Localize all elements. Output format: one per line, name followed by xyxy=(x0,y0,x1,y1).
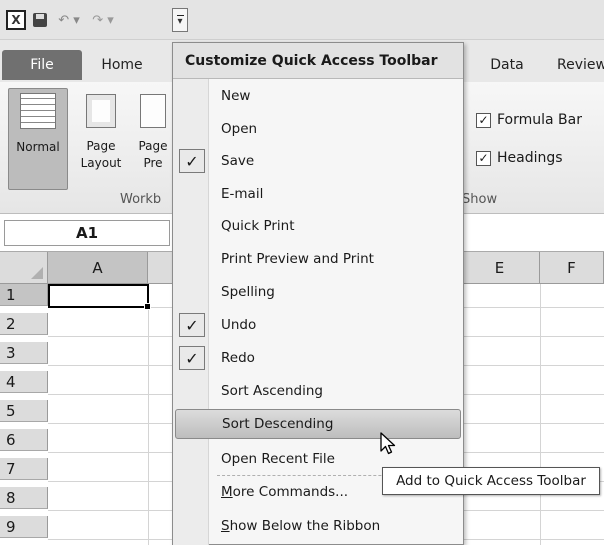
grid-line xyxy=(540,284,541,545)
menu-item-new[interactable]: New xyxy=(175,81,461,111)
undo-icon[interactable]: ↶ ▾ xyxy=(54,10,84,30)
label-rest: how Below the Ribbon xyxy=(229,518,381,534)
page-layout-label-1: Page xyxy=(86,139,116,153)
menu-item-sort-ascending[interactable]: Sort Ascending xyxy=(175,376,461,406)
tab-file[interactable]: File xyxy=(2,50,82,80)
row-header-6[interactable]: 6 xyxy=(0,429,48,451)
headings-checkbox-row[interactable]: ✓ Headings xyxy=(470,150,563,166)
row-header-2[interactable]: 2 xyxy=(0,313,48,335)
check-icon: ✓ xyxy=(179,346,205,370)
grid-line xyxy=(148,284,149,545)
quick-access-toolbar: X ↶ ▾ ↷ ▾ ▾ xyxy=(0,0,604,40)
check-icon: ✓ xyxy=(179,313,205,337)
redo-icon[interactable]: ↷ ▾ xyxy=(88,10,118,30)
menu-item-sort-descending[interactable]: Sort Descending xyxy=(175,409,461,439)
menu-item-quick-print[interactable]: Quick Print xyxy=(175,211,461,241)
access-key: S xyxy=(221,518,230,534)
menu-item-print-preview[interactable]: Print Preview and Print xyxy=(175,244,461,274)
row-header-7[interactable]: 7 xyxy=(0,458,48,480)
tab-review[interactable]: Review xyxy=(552,50,604,80)
page-break-preview-button[interactable]: Page Pre xyxy=(132,88,174,172)
column-header-f[interactable]: F xyxy=(540,252,604,284)
page-break-icon xyxy=(140,94,166,128)
menu-title: Customize Quick Access Toolbar xyxy=(173,43,463,79)
excel-app-icon[interactable]: X xyxy=(6,10,26,30)
menu-item-spelling[interactable]: Spelling xyxy=(175,277,461,307)
headings-label: Headings xyxy=(497,150,563,166)
formula-bar-checkbox[interactable]: ✓ xyxy=(476,112,491,128)
menu-item-label: More Commands... xyxy=(221,484,348,500)
select-all-corner[interactable] xyxy=(0,252,48,284)
menu-item-label: Print Preview and Print xyxy=(221,251,374,267)
row-header-8[interactable]: 8 xyxy=(0,487,48,509)
formula-bar-checkbox-row[interactable]: ✓ Formula Bar xyxy=(470,112,582,128)
page-layout-icon xyxy=(86,94,116,128)
chevron-down-icon: ▾ xyxy=(177,15,183,27)
menu-item-redo[interactable]: ✓ Redo xyxy=(175,343,461,373)
row-header-3[interactable]: 3 xyxy=(0,342,48,364)
menu-item-label: Undo xyxy=(221,317,257,333)
menu-item-email[interactable]: E-mail xyxy=(175,179,461,209)
menu-item-label: Open xyxy=(221,121,258,137)
column-header-e[interactable]: E xyxy=(460,252,540,284)
label-rest: ore Commands... xyxy=(232,484,349,500)
customize-qat-dropdown-button[interactable]: ▾ xyxy=(172,8,188,32)
row-header-1[interactable]: 1 xyxy=(0,284,48,306)
headings-checkbox[interactable]: ✓ xyxy=(476,150,491,166)
normal-view-icon xyxy=(20,93,56,129)
row-header-4[interactable]: 4 xyxy=(0,371,48,393)
formula-bar-label: Formula Bar xyxy=(497,112,582,128)
show-group-label: Show xyxy=(462,192,498,207)
active-cell-a1[interactable] xyxy=(48,284,151,310)
tab-data[interactable]: Data xyxy=(472,50,542,80)
row-header-5[interactable]: 5 xyxy=(0,400,48,422)
menu-item-label: New xyxy=(221,88,251,104)
menu-item-label: Quick Print xyxy=(221,218,295,234)
name-box[interactable]: A1 xyxy=(4,220,170,246)
menu-item-show-below-ribbon[interactable]: Show Below the Ribbon xyxy=(175,511,461,541)
page-layout-label-2: Layout xyxy=(80,156,122,170)
row-header-9[interactable]: 9 xyxy=(0,516,48,538)
menu-item-label: Sort Ascending xyxy=(221,383,323,399)
menu-item-undo[interactable]: ✓ Undo xyxy=(175,310,461,340)
save-disk-shape xyxy=(33,13,47,27)
access-key: M xyxy=(221,484,233,500)
page-break-label-2: Pre xyxy=(143,156,163,170)
menu-item-label: Sort Descending xyxy=(222,416,334,432)
normal-view-button[interactable]: Normal xyxy=(8,88,68,190)
menu-item-label: Open Recent File xyxy=(221,451,335,467)
check-icon: ✓ xyxy=(179,149,205,173)
menu-item-label: Redo xyxy=(221,350,255,366)
column-header-a[interactable]: A xyxy=(48,252,148,284)
workbook-views-group-label: Workb xyxy=(120,192,162,207)
save-icon[interactable] xyxy=(32,10,48,30)
mouse-pointer-icon xyxy=(380,432,396,455)
menu-item-open[interactable]: Open xyxy=(175,114,461,144)
menu-item-label: Spelling xyxy=(221,284,275,300)
menu-item-label: E-mail xyxy=(221,186,264,202)
page-layout-view-button[interactable]: Page Layout xyxy=(76,88,126,172)
menu-item-label: Save xyxy=(221,153,255,169)
menu-item-save[interactable]: ✓ Save xyxy=(175,146,461,176)
page-break-label-1: Page xyxy=(138,139,168,153)
menu-item-label: Show Below the Ribbon xyxy=(221,518,380,534)
normal-view-label: Normal xyxy=(16,140,60,154)
tooltip: Add to Quick Access Toolbar xyxy=(382,467,600,495)
tab-home[interactable]: Home xyxy=(82,50,162,80)
